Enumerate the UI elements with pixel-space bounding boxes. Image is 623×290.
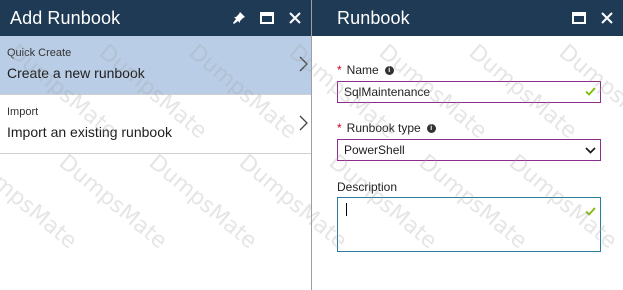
name-input[interactable]: SqlMaintenance [337,81,601,103]
runbook-type-select[interactable]: PowerShell [337,139,601,161]
chevron-right-icon [299,115,308,136]
close-icon[interactable] [599,10,615,26]
checkmark-icon [585,203,596,221]
required-asterisk: * [337,63,342,77]
checkmark-icon [585,85,596,99]
runbook-type-label-text: Runbook type [346,121,421,135]
menu-item-label: Create a new runbook [7,65,145,81]
blade-header: Runbook [312,0,623,36]
quick-create-item[interactable]: Quick Create Create a new runbook [0,36,311,95]
blade-title: Runbook [337,7,410,28]
description-textarea[interactable] [337,197,601,252]
description-label: Description [337,180,397,194]
runbook-type-value: PowerShell [344,143,405,157]
blade-header: Add Runbook [0,0,311,36]
menu-item-caption: Quick Create [7,47,72,59]
text-caret [346,203,347,216]
name-input-value: SqlMaintenance [344,85,431,99]
runbook-blade: Runbook * Name i SqlMaintenance * Runboo… [312,0,623,290]
menu-item-label: Import an existing runbook [7,124,172,140]
chevron-right-icon [299,56,308,77]
description-label-text: Description [337,180,398,194]
maximize-icon[interactable] [259,10,275,26]
name-label: * Name i [337,63,394,77]
required-asterisk: * [337,121,342,135]
info-icon[interactable]: i [384,65,394,75]
close-icon[interactable] [287,10,303,26]
runbook-type-label: * Runbook type i [337,121,436,135]
name-label-text: Name [346,63,379,77]
menu-item-caption: Import [7,106,39,118]
import-item[interactable]: Import Import an existing runbook [0,95,311,154]
maximize-icon[interactable] [571,10,587,26]
info-icon[interactable]: i [426,123,436,133]
pin-icon[interactable] [231,10,247,26]
chevron-down-icon [585,143,596,157]
blade-title: Add Runbook [10,7,121,28]
add-runbook-blade: Add Runbook Quick Create Create a new ru… [0,0,312,290]
